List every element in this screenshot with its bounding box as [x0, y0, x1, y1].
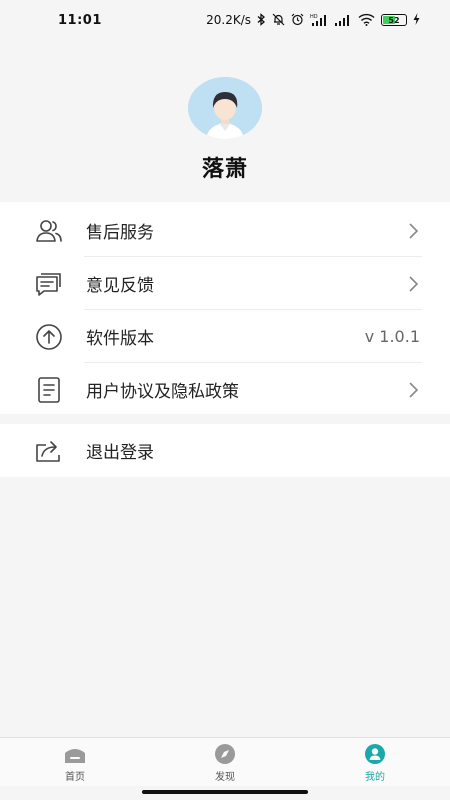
signal-icon	[334, 13, 352, 28]
home-icon	[65, 749, 85, 763]
logout-button[interactable]: 退出登录	[0, 424, 450, 477]
settings-menu: 售后服务 意见反馈 软件版本 v 1.0.1 用户协议及隐私政策	[0, 202, 450, 414]
tab-mine[interactable]: 我的	[300, 738, 450, 786]
avatar[interactable]	[188, 77, 262, 139]
status-icons: 20.2K/s HD 52	[206, 12, 420, 28]
tab-label: 发现	[215, 772, 235, 783]
version-number: v 1.0.1	[364, 327, 420, 346]
menu-item-label: 意见反馈	[86, 276, 154, 296]
home-indicator[interactable]	[142, 790, 308, 794]
default-avatar-icon	[188, 77, 262, 139]
person-icon	[365, 744, 385, 764]
feedback-icon	[34, 269, 64, 299]
status-bar: 11:01 20.2K/s HD 52	[0, 0, 450, 40]
users-icon	[34, 216, 64, 246]
chevron-right-icon	[409, 275, 419, 292]
net-speed: 20.2K/s	[206, 13, 251, 27]
tab-label: 首页	[65, 772, 85, 783]
logout-label: 退出登录	[86, 443, 154, 463]
menu-item-label: 软件版本	[86, 329, 154, 349]
svg-text:HD: HD	[310, 14, 318, 20]
tab-discover[interactable]: 发现	[150, 738, 300, 786]
menu-item-label: 用户协议及隐私政策	[86, 382, 239, 402]
chevron-right-icon	[409, 381, 419, 398]
alarm-icon	[291, 13, 304, 28]
status-time: 11:01	[58, 12, 102, 28]
menu-item-label: 售后服务	[86, 223, 154, 243]
menu-item-privacy-policy[interactable]: 用户协议及隐私政策	[0, 363, 450, 416]
logout-share-icon	[34, 436, 64, 466]
menu-item-feedback[interactable]: 意见反馈	[0, 257, 450, 310]
wifi-icon	[358, 13, 375, 28]
tab-home[interactable]: 首页	[0, 738, 150, 786]
bluetooth-icon	[257, 12, 266, 28]
charging-icon	[413, 13, 420, 27]
menu-item-after-sales[interactable]: 售后服务	[0, 204, 450, 257]
document-icon	[34, 375, 64, 405]
user-nickname: 落萧	[201, 157, 248, 182]
profile-header: 落萧	[0, 40, 450, 200]
bottom-tab-bar: 首页 发现 我的	[0, 737, 450, 786]
chevron-right-icon	[409, 222, 419, 239]
mute-icon	[272, 13, 285, 28]
battery-indicator: 52	[381, 14, 407, 26]
hd-signal-icon: HD	[310, 13, 328, 28]
tab-label: 我的	[365, 772, 385, 783]
upload-icon	[34, 322, 64, 352]
menu-item-version[interactable]: 软件版本 v 1.0.1	[0, 310, 450, 363]
compass-icon	[215, 744, 235, 764]
